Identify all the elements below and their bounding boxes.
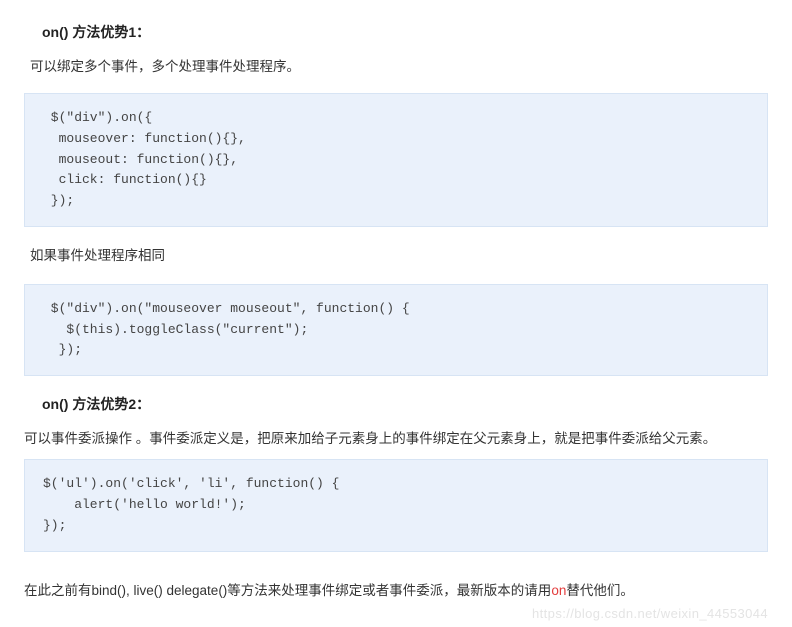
section2-heading: on() 方法优势2： — [42, 394, 768, 414]
final-highlight: on — [551, 583, 566, 598]
final-paragraph: 在此之前有bind(), live() delegate()等方法来处理事件绑定… — [24, 580, 768, 603]
section2-code: $('ul').on('click', 'li', function() { a… — [24, 459, 768, 551]
section1-heading: on() 方法优势1： — [42, 22, 768, 42]
section2-intro: 可以事件委派操作 。事件委派定义是，把原来加给子元素身上的事件绑定在父元素身上，… — [24, 428, 768, 451]
section1-code2: $("div").on("mouseover mouseout", functi… — [24, 284, 768, 376]
section1-intro: 可以绑定多个事件，多个处理事件处理程序。 — [30, 56, 768, 79]
final-after: 替代他们。 — [566, 583, 634, 598]
watermark: https://blog.csdn.net/weixin_44553044 — [532, 606, 768, 621]
section1-note: 如果事件处理程序相同 — [30, 245, 768, 268]
final-before: 在此之前有bind(), live() delegate()等方法来处理事件绑定… — [24, 583, 551, 598]
section1-code1: $("div").on({ mouseover: function(){}, m… — [24, 93, 768, 227]
